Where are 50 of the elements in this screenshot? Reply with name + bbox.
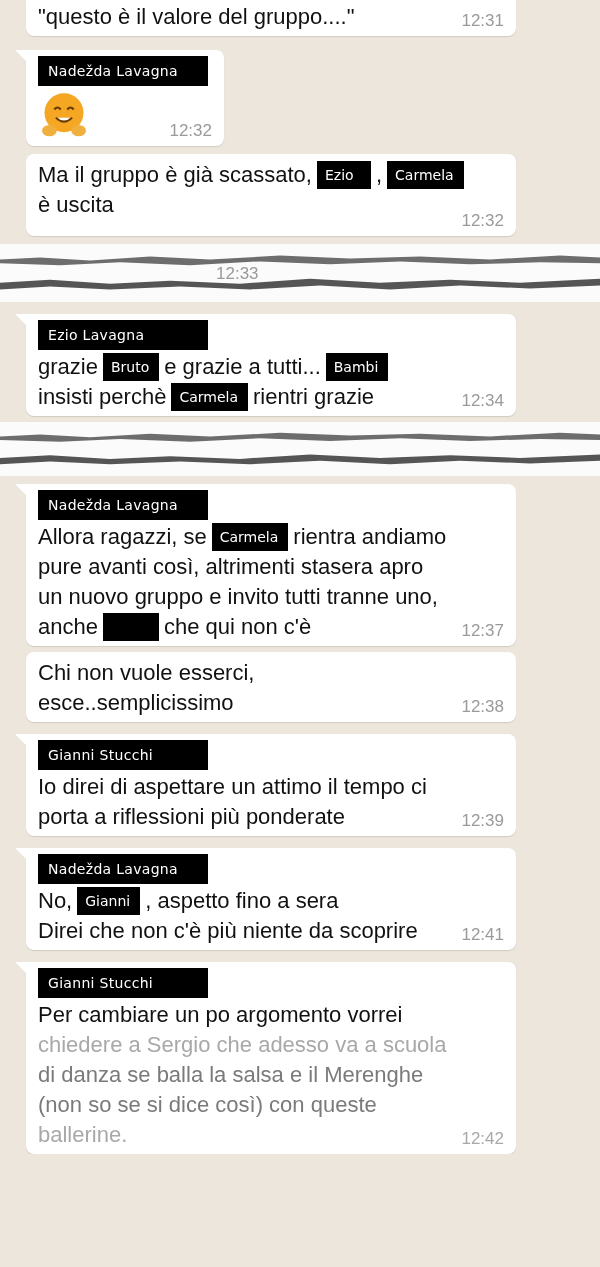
message-text: insisti perchè [38, 383, 167, 411]
message-time: 12:42 [460, 1128, 504, 1150]
message-text: un nuovo gruppo e invito tutti tranne uno, [38, 583, 438, 611]
name-label: Carmela [387, 161, 464, 189]
redaction-block [102, 613, 159, 641]
message-time: 12:31 [460, 10, 504, 32]
sender-name: Nadežda Lavagna [38, 56, 208, 86]
message-text: Chi non vuole esserci, [38, 659, 255, 687]
message-time: 12:38 [460, 696, 504, 718]
message-text: chiedere a Sergio che adesso va a scuola [38, 1031, 447, 1059]
sender-name: Nadežda Lavagna [38, 490, 208, 520]
message-text: Allora ragazzi, se [38, 523, 207, 551]
message-time: 12:37 [460, 620, 504, 642]
message-text: Io direi di aspettare un attimo il tempo ci [38, 773, 427, 801]
message-time: 12:41 [460, 924, 504, 946]
message-time: 12:33 [216, 264, 259, 284]
message-text: anche [38, 613, 98, 641]
message-text: esce..semplicissimo [38, 689, 234, 717]
message-text: e grazie a tutti... [164, 353, 321, 381]
message-text: No, [38, 887, 73, 915]
message-text: è uscita [38, 191, 114, 219]
name-label: Gianni [77, 887, 141, 915]
message-text: , aspetto fino a sera [145, 887, 339, 915]
name-label: Carmela [171, 383, 248, 411]
message-text: rientra andiamo [293, 523, 447, 551]
message-text: ballerine. [38, 1121, 128, 1149]
name-label: Bruto [102, 353, 160, 381]
message-text: "questo è il valore del gruppo...." [38, 3, 355, 31]
message-time: 12:32 [460, 210, 504, 232]
message-text: , [375, 161, 383, 189]
message-text: porta a riflessioni più ponderate [38, 803, 345, 831]
sender-name: Ezio Lavagna [38, 320, 208, 350]
message-text: Per cambiare un po argomento vorrei [38, 1001, 403, 1029]
name-label: Carmela [211, 523, 289, 551]
message-text: rientri grazie [253, 383, 375, 411]
message-text: di danza se balla la salsa e il Merenghe [38, 1061, 424, 1089]
message-time: 12:39 [460, 810, 504, 832]
message-text: che qui non c'è [163, 613, 312, 641]
message-text: pure avanti così, altrimenti stasera apro [38, 553, 424, 581]
message-text: (non so se si dice così) con queste [38, 1091, 377, 1119]
sender-name: Gianni Stucchi [38, 968, 208, 998]
sender-name: Nadežda Lavagna [38, 854, 208, 884]
name-label: Bambi [325, 353, 389, 381]
message-text: grazie [38, 353, 98, 381]
name-label: Ezio [316, 161, 371, 189]
message-time: 12:32 [168, 120, 212, 142]
message-text: Direi che non c'è più niente da scoprire [38, 917, 418, 945]
message-text: Ma il gruppo è già scassato, [38, 161, 312, 189]
sender-name: Gianni Stucchi [38, 740, 208, 770]
message-time: 12:34 [460, 390, 504, 412]
